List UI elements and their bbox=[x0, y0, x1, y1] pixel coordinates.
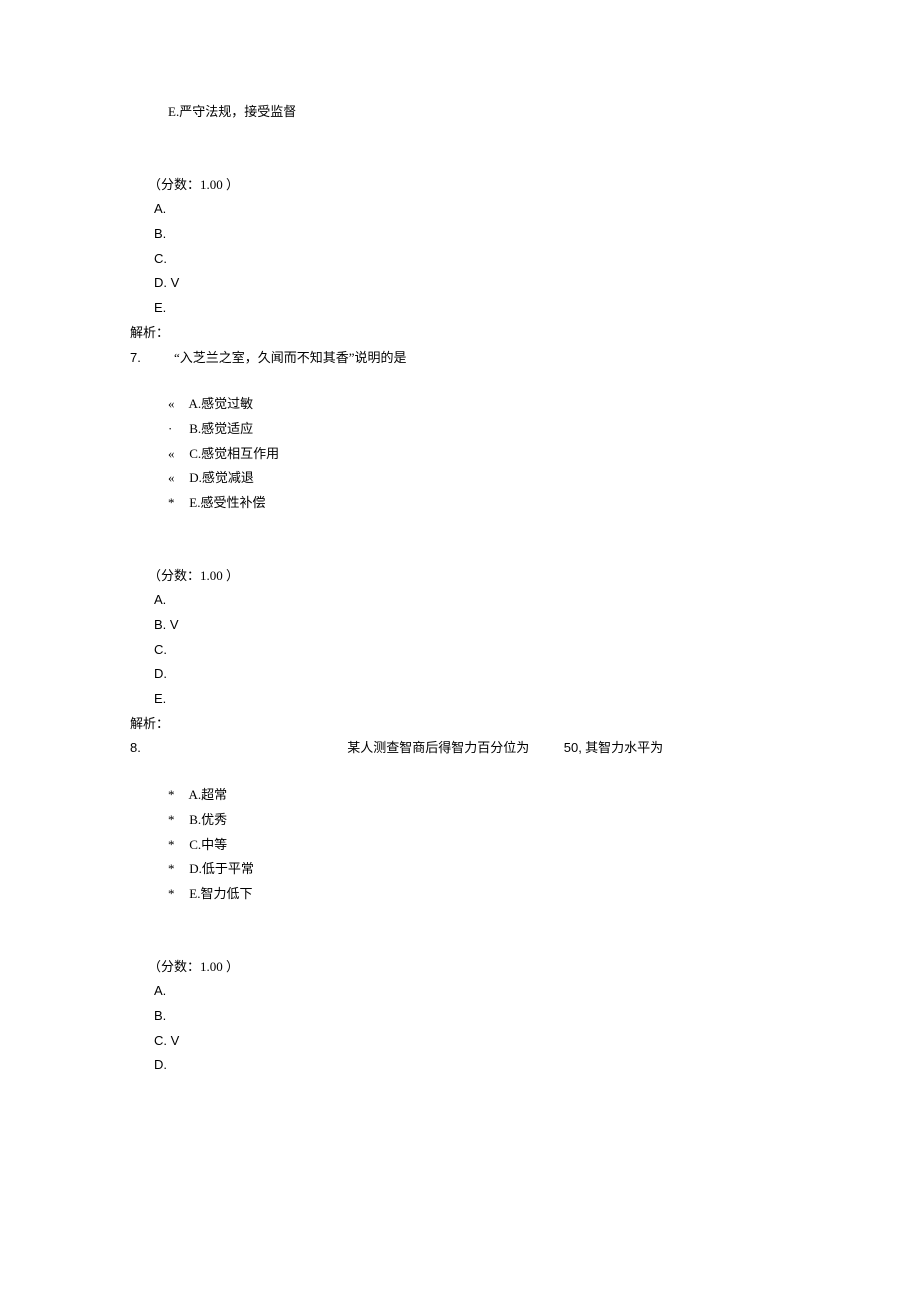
spacer bbox=[130, 907, 790, 955]
spacer bbox=[130, 125, 790, 173]
q8-option-b: * B.优秀 bbox=[130, 808, 790, 833]
q7-answer-b: B. V bbox=[130, 613, 790, 638]
q8-stem-row: 8. 某人测查智商后得智力百分位为 50, 其智力水平为 bbox=[130, 736, 790, 761]
option-text: A.感觉过敏 bbox=[189, 396, 254, 411]
q8-answer-b: B. bbox=[130, 1004, 790, 1029]
q8-stem-left: 某人测查智商后得智力百分位为 bbox=[347, 740, 529, 755]
q8-stem-right: 其智力水平为 bbox=[585, 740, 663, 755]
spacer bbox=[130, 370, 790, 392]
spacer bbox=[130, 761, 790, 783]
option-text: C.中等 bbox=[189, 837, 227, 852]
q6-answer-c: C. bbox=[130, 247, 790, 272]
q8-stem: 某人测查智商后得智力百分位为 50, 其智力水平为 bbox=[174, 736, 663, 761]
q7-option-a: « A.感觉过敏 bbox=[130, 392, 790, 417]
q7-option-c: « C.感觉相互作用 bbox=[130, 442, 790, 467]
option-text: A.超常 bbox=[189, 787, 228, 802]
q6-option-e: E.严守法规，接受监督 bbox=[130, 100, 790, 125]
q8-number: 8. bbox=[130, 736, 174, 761]
q6-score: （分数：1.00 ） bbox=[130, 173, 790, 198]
option-text: E.严守法规，接受监督 bbox=[168, 104, 296, 119]
q8-answer-c: C. V bbox=[130, 1029, 790, 1054]
bullet-icon: * bbox=[168, 808, 186, 833]
q7-option-b: · B.感觉适应 bbox=[130, 417, 790, 442]
q7-answer-a: A. bbox=[130, 588, 790, 613]
q8-score: （分数：1.00 ） bbox=[130, 955, 790, 980]
q7-analysis: 解析： bbox=[130, 712, 790, 737]
bullet-icon: « bbox=[168, 466, 186, 491]
bullet-icon: « bbox=[168, 442, 186, 467]
bullet-icon: * bbox=[168, 882, 186, 907]
q8-option-d: * D.低于平常 bbox=[130, 857, 790, 882]
bullet-icon: * bbox=[168, 833, 186, 858]
option-text: C.感觉相互作用 bbox=[189, 446, 279, 461]
option-text: E.感受性补偿 bbox=[189, 495, 265, 510]
option-text: B.优秀 bbox=[189, 812, 227, 827]
q7-stem-row: 7. “入芝兰之室，久闻而不知其香”说明的是 bbox=[130, 346, 790, 371]
option-text: D.低于平常 bbox=[189, 861, 254, 876]
q6-analysis: 解析： bbox=[130, 321, 790, 346]
spacer bbox=[130, 516, 790, 564]
option-text: B.感觉适应 bbox=[189, 421, 253, 436]
q8-option-c: * C.中等 bbox=[130, 833, 790, 858]
option-text: D.感觉减退 bbox=[189, 470, 254, 485]
q8-answer-d: D. bbox=[130, 1053, 790, 1078]
q7-answer-d: D. bbox=[130, 662, 790, 687]
q8-option-e: * E.智力低下 bbox=[130, 882, 790, 907]
q7-answer-e: E. bbox=[130, 687, 790, 712]
bullet-icon: « bbox=[168, 392, 186, 417]
bullet-icon: · bbox=[168, 417, 186, 442]
document-page: E.严守法规，接受监督 （分数：1.00 ） A. B. C. D. V E. … bbox=[0, 0, 920, 1138]
q6-answer-e: E. bbox=[130, 296, 790, 321]
bullet-icon: * bbox=[168, 783, 186, 808]
q7-stem: “入芝兰之室，久闻而不知其香”说明的是 bbox=[174, 346, 407, 371]
q7-option-e: * E.感受性补偿 bbox=[130, 491, 790, 516]
q6-answer-b: B. bbox=[130, 222, 790, 247]
q8-stem-mid: 50, bbox=[564, 740, 582, 755]
bullet-icon: * bbox=[168, 857, 186, 882]
q7-number: 7. bbox=[130, 346, 174, 371]
q8-option-a: * A.超常 bbox=[130, 783, 790, 808]
q6-answer-d: D. V bbox=[130, 271, 790, 296]
q8-answer-a: A. bbox=[130, 979, 790, 1004]
q7-option-d: « D.感觉减退 bbox=[130, 466, 790, 491]
bullet-icon: * bbox=[168, 491, 186, 516]
q7-score: （分数：1.00 ） bbox=[130, 564, 790, 589]
q6-answer-a: A. bbox=[130, 197, 790, 222]
q7-answer-c: C. bbox=[130, 638, 790, 663]
option-text: E.智力低下 bbox=[189, 886, 252, 901]
